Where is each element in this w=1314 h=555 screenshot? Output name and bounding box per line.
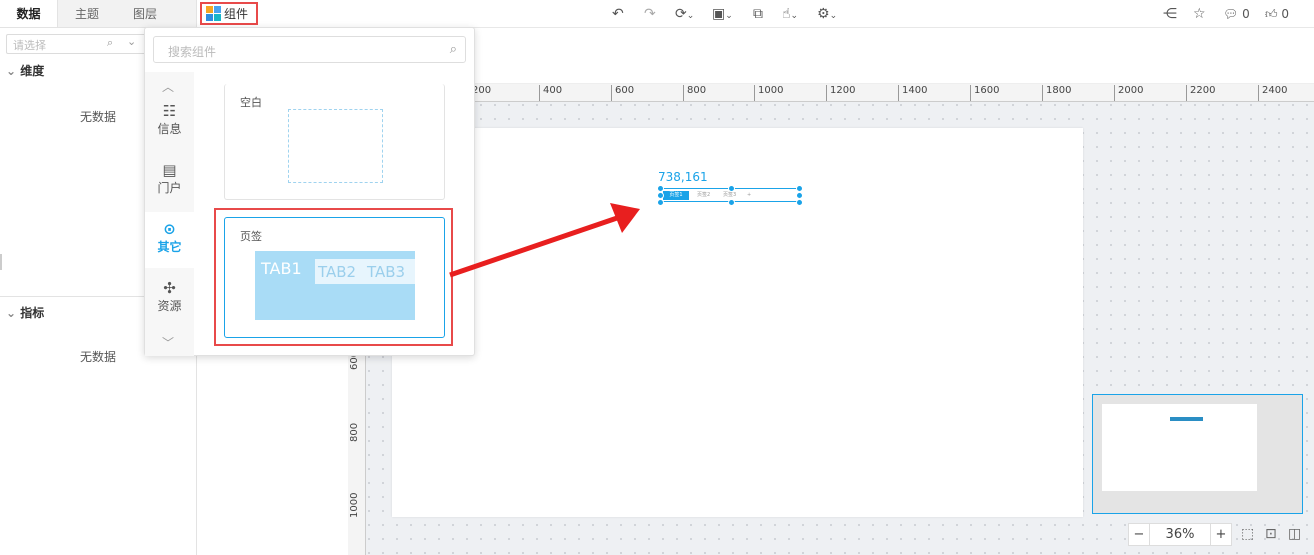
chevron-down-icon[interactable]: ⌄ bbox=[127, 35, 136, 48]
ruler-tick: 800 bbox=[683, 85, 706, 101]
left-tabs: 数据 主题 图层 bbox=[0, 0, 196, 28]
resize-handle[interactable] bbox=[657, 185, 664, 192]
category-label: 门户 bbox=[157, 181, 182, 195]
resize-handle[interactable] bbox=[0, 254, 2, 270]
category-other[interactable]: ⊙ 其它 bbox=[145, 212, 194, 268]
chevron-up-icon[interactable]: ︿ bbox=[162, 78, 174, 95]
category-label: 资源 bbox=[157, 299, 182, 313]
star-icon[interactable]: ☆ bbox=[1193, 6, 1206, 22]
metric-section[interactable]: ⌄ 指标 bbox=[6, 304, 44, 321]
metric-empty: 无数据 bbox=[80, 350, 117, 364]
more-icon: ⊙ bbox=[163, 220, 176, 238]
settings-icon[interactable]: ⚙⌄ bbox=[817, 6, 837, 24]
tab-data[interactable]: 数据 bbox=[0, 0, 58, 27]
ruler-tick: 1600 bbox=[970, 85, 999, 101]
undo-icon[interactable]: ↶ bbox=[612, 6, 624, 22]
widget-tab[interactable]: 页签1 bbox=[663, 191, 689, 200]
top-toolbar: 组件 ↶ ↷ ⟳⌄ ▣⌄ ⧉ ☝⌄ ⚙⌄ ⋲ ☆ 💬︎ 0 👍︎ 0 bbox=[197, 0, 1314, 28]
dimension-section[interactable]: ⌄ 维度 bbox=[6, 62, 44, 79]
components-label: 组件 bbox=[224, 7, 249, 21]
tab-layers[interactable]: 图层 bbox=[116, 0, 174, 27]
ruler-tick: 2000 bbox=[1114, 85, 1143, 101]
ruler-tick: 1000 bbox=[754, 85, 783, 101]
resize-handle[interactable] bbox=[728, 199, 735, 206]
ruler-tick: 1800 bbox=[1042, 85, 1071, 101]
hand-icon[interactable]: ☝⌄ bbox=[782, 6, 798, 24]
component-card-blank[interactable]: 空白 bbox=[224, 84, 445, 200]
resize-handle[interactable] bbox=[728, 185, 735, 192]
ruler-tick: 1200 bbox=[826, 85, 855, 101]
card-label: 空白 bbox=[240, 96, 262, 109]
minimap-widget bbox=[1170, 417, 1203, 421]
minimap[interactable] bbox=[1092, 394, 1303, 514]
redo-icon[interactable]: ↷ bbox=[644, 6, 656, 22]
actual-size-icon[interactable]: ⊡ bbox=[1265, 526, 1277, 542]
puzzle-icon: ✣ bbox=[163, 279, 176, 297]
comment-count: 0 bbox=[1242, 7, 1250, 21]
tab-theme[interactable]: 主题 bbox=[58, 0, 116, 27]
like-count: 0 bbox=[1281, 7, 1290, 21]
zoom-in-button[interactable]: + bbox=[1210, 523, 1232, 546]
comment-icon: 💬︎ bbox=[1223, 7, 1239, 21]
ruler-tick: 2200 bbox=[1186, 85, 1215, 101]
blank-preview bbox=[288, 109, 383, 183]
resize-handle[interactable] bbox=[796, 192, 803, 199]
category-list: ︿ ☷ 信息 ▤ 门户 ⊙ 其它 ✣ 资源 ﹀ bbox=[145, 72, 194, 356]
annotation-box bbox=[214, 208, 453, 346]
portal-icon: ▤ bbox=[162, 161, 177, 179]
ruler-tick: 800 bbox=[349, 422, 360, 442]
selected-tab-widget[interactable]: 页签1 页签2 页签3 + bbox=[657, 185, 803, 206]
ruler-tick: 1000 bbox=[349, 492, 360, 518]
minimap-page bbox=[1102, 404, 1257, 491]
comment-button[interactable]: 💬︎ 0 bbox=[1223, 6, 1250, 22]
select-placeholder: 请选择 bbox=[13, 39, 46, 52]
dimension-title: 维度 bbox=[20, 64, 45, 78]
ruler-tick: 600 bbox=[611, 85, 634, 101]
annotation-arrow bbox=[449, 203, 640, 278]
zoom-out-button[interactable]: − bbox=[1128, 523, 1150, 546]
category-label: 信息 bbox=[157, 122, 182, 136]
widget-tab[interactable]: 页签2 bbox=[697, 191, 710, 200]
minimap-toggle-icon[interactable]: ◫ bbox=[1288, 526, 1301, 542]
resize-handle[interactable] bbox=[796, 199, 803, 206]
collapse-icon: ⌄ bbox=[6, 64, 17, 78]
ruler-top: 200 400 600 800 1000 1200 1400 1600 1800… bbox=[348, 84, 1314, 102]
share-icon[interactable]: ⋲ bbox=[1163, 6, 1177, 22]
ruler-tick: 2400 bbox=[1258, 85, 1287, 101]
search-icon: ⌕ bbox=[449, 42, 457, 57]
metric-title: 指标 bbox=[20, 306, 45, 320]
ruler-tick: 1400 bbox=[898, 85, 927, 101]
category-label: 其它 bbox=[157, 240, 182, 254]
like-icon: 👍︎ bbox=[1265, 7, 1278, 21]
ruler-tick: 400 bbox=[539, 85, 562, 101]
category-info[interactable]: ☷ 信息 bbox=[145, 94, 194, 150]
fit-screen-icon[interactable]: ⬚ bbox=[1241, 526, 1254, 542]
dimension-empty: 无数据 bbox=[80, 110, 117, 124]
info-icon: ☷ bbox=[162, 102, 177, 120]
refresh-icon[interactable]: ⟳⌄ bbox=[675, 6, 694, 24]
preview-icon[interactable]: ⧉ bbox=[753, 6, 763, 22]
component-search-input[interactable]: 搜索组件 ⌕ bbox=[153, 36, 466, 63]
search-icon: ⌕ bbox=[107, 36, 114, 49]
like-button[interactable]: 👍︎ 0 bbox=[1265, 6, 1289, 22]
category-portal[interactable]: ▤ 门户 bbox=[145, 153, 194, 209]
zoom-bar: − 36% + ⬚ ⊡ ◫ bbox=[1128, 523, 1314, 546]
resize-handle[interactable] bbox=[796, 185, 803, 192]
coordinate-label: 738,161 bbox=[658, 170, 708, 184]
zoom-value[interactable]: 36% bbox=[1149, 523, 1211, 546]
category-resources[interactable]: ✣ 资源 bbox=[145, 271, 194, 327]
components-icon bbox=[206, 6, 221, 21]
search-placeholder: 搜索组件 bbox=[168, 45, 217, 59]
save-icon[interactable]: ▣⌄ bbox=[712, 6, 733, 24]
widget-add-tab[interactable]: + bbox=[747, 191, 751, 200]
page-canvas[interactable] bbox=[392, 128, 1083, 517]
collapse-icon: ⌄ bbox=[6, 306, 17, 320]
components-button[interactable]: 组件 bbox=[200, 2, 258, 25]
chevron-down-icon[interactable]: ﹀ bbox=[162, 334, 174, 351]
